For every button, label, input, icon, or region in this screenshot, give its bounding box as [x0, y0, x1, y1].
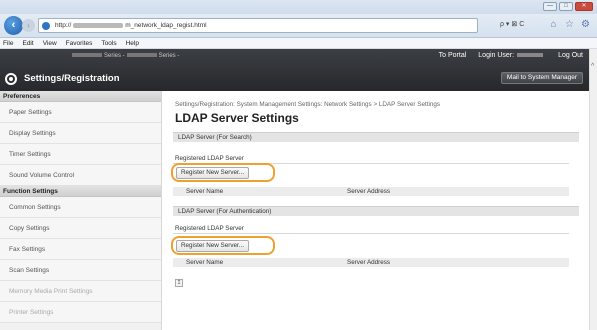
scroll-up-icon[interactable]: ^ — [591, 63, 594, 70]
register-new-server-button[interactable]: Register New Server... — [176, 167, 249, 179]
register-new-server-button[interactable]: Register New Server... — [176, 240, 249, 252]
header-links: To Portal Login User: Log Out — [439, 52, 583, 59]
minimize-button[interactable]: — — [543, 2, 557, 11]
home-icon[interactable]: ⌂ — [548, 19, 559, 30]
page-title: LDAP Server Settings — [175, 111, 299, 125]
address-bar[interactable]: http://m_network_ldap_regist.html — [38, 18, 478, 33]
menu-favorites[interactable]: Favorites — [66, 40, 93, 47]
section-heading: LDAP Server (For Search) — [173, 132, 579, 142]
sidebar: Preferences Paper Settings Display Setti… — [0, 91, 162, 330]
sidebar-item-paper-settings[interactable]: Paper Settings — [0, 102, 161, 123]
app-title: Settings/Registration — [24, 73, 120, 84]
sidebar-item-copy-settings[interactable]: Copy Settings — [0, 218, 161, 239]
sidebar-item-display-settings[interactable]: Display Settings — [0, 123, 161, 144]
server-table-header: Server Name Server Address — [173, 187, 569, 196]
menu-tools[interactable]: Tools — [101, 40, 116, 47]
col-server-address: Server Address — [347, 188, 391, 195]
auth-server-section: LDAP Server (For Authentication) — [173, 206, 579, 216]
log-out-link[interactable]: Log Out — [558, 52, 583, 59]
registered-server-label: Registered LDAP Server — [175, 225, 244, 232]
col-server-address: Server Address — [347, 259, 391, 266]
search-refresh-controls[interactable]: ρ ▾ ⊠ C — [500, 20, 524, 28]
vertical-scrollbar[interactable]: ^ — [589, 49, 597, 330]
col-server-name: Server Name — [186, 188, 224, 195]
favorites-star-icon[interactable]: ☆ — [564, 19, 575, 30]
sidebar-item-scan-settings[interactable]: Scan Settings — [0, 260, 161, 281]
tools-gear-icon[interactable]: ⚙ — [580, 19, 591, 30]
to-portal-link[interactable]: To Portal — [439, 52, 467, 59]
server-table-header: Server Name Server Address — [173, 258, 569, 267]
browser-titlebar: — □ ✕ — [0, 0, 597, 14]
sidebar-item-memory-media[interactable]: Memory Media Print Settings — [0, 281, 161, 302]
menu-edit[interactable]: Edit — [22, 40, 33, 47]
url-text: http://m_network_ldap_regist.html — [55, 22, 207, 29]
menu-file[interactable]: File — [3, 40, 13, 47]
device-info: Series - Series - — [70, 53, 179, 59]
sidebar-item-timer-settings[interactable]: Timer Settings — [0, 144, 161, 165]
back-to-top-icon[interactable]: ↥ — [175, 279, 183, 287]
close-button[interactable]: ✕ — [575, 2, 593, 11]
sidebar-heading-preferences: Preferences — [0, 91, 161, 102]
sidebar-item-common-settings[interactable]: Common Settings — [0, 197, 161, 218]
menu-view[interactable]: View — [43, 40, 57, 47]
window-controls: — □ ✕ — [543, 2, 593, 11]
sidebar-item-fax-settings[interactable]: Fax Settings — [0, 239, 161, 260]
breadcrumb: Settings/Registration: System Management… — [175, 101, 441, 108]
app-header: Series - Series - To Portal Login User: L… — [0, 49, 589, 91]
browser-menubar: File Edit View Favorites Tools Help — [0, 38, 597, 49]
login-user: Login User: — [478, 52, 546, 59]
registered-server-label: Registered LDAP Server — [175, 155, 244, 162]
menu-help[interactable]: Help — [126, 40, 139, 47]
section-heading: LDAP Server (For Authentication) — [173, 206, 579, 216]
sidebar-heading-function: Function Settings — [0, 186, 161, 197]
page-icon — [42, 22, 50, 30]
maximize-button[interactable]: □ — [559, 2, 573, 11]
browser-navbar: ‹ › http://m_network_ldap_regist.html ρ … — [0, 14, 597, 38]
settings-gear-icon — [5, 73, 17, 85]
mail-to-system-manager-button[interactable]: Mail to System Manager — [500, 72, 583, 84]
col-server-name: Server Name — [186, 259, 224, 266]
main-content: Settings/Registration: System Management… — [163, 91, 589, 330]
back-arrow-icon[interactable]: ‹ — [4, 16, 23, 35]
toolbar-icons: ⌂ ☆ ⚙ — [548, 19, 591, 30]
search-server-section: LDAP Server (For Search) — [173, 132, 579, 142]
forward-arrow-icon[interactable]: › — [22, 19, 35, 32]
sidebar-item-sound-volume[interactable]: Sound Volume Control — [0, 165, 161, 186]
sidebar-item-printer-settings[interactable]: Printer Settings — [0, 302, 161, 323]
divider — [173, 233, 569, 234]
